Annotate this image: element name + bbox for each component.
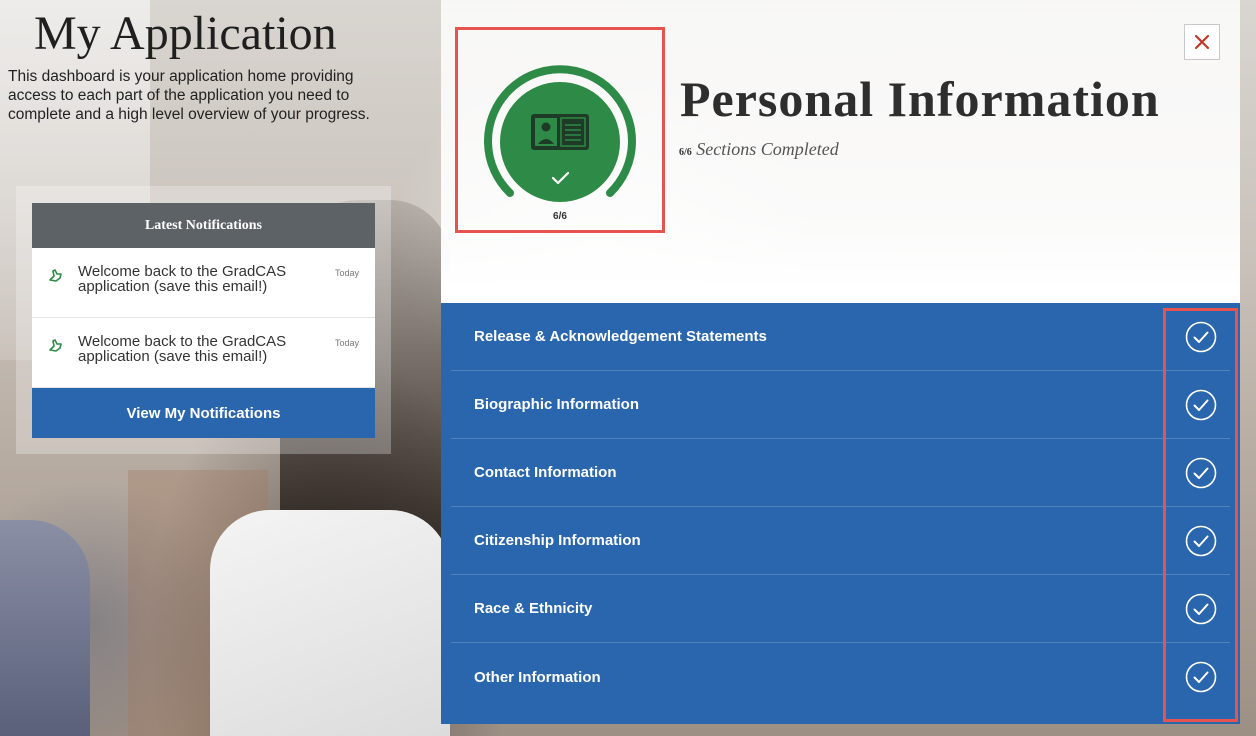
hand-point-icon — [49, 339, 62, 352]
hand-point-icon — [49, 269, 62, 282]
notification-text: Welcome back to the GradCAS application … — [78, 263, 287, 295]
notification-date: Today — [334, 338, 359, 348]
section-row-label: Race & Ethnicity — [474, 600, 593, 617]
section-row-biographic[interactable]: Biographic Information — [451, 371, 1230, 439]
section-progress-caption: Sections Completed — [696, 139, 839, 159]
section-row-citizenship[interactable]: Citizenship Information — [451, 507, 1230, 575]
completion-checks-highlight — [1163, 308, 1238, 722]
section-row-release[interactable]: Release & Acknowledgement Statements — [451, 303, 1230, 371]
section-progress-highlight: 6/6 — [455, 27, 665, 233]
section-row-label: Release & Acknowledgement Statements — [474, 328, 767, 345]
background-person-left — [0, 520, 90, 736]
notification-text: Welcome back to the GradCAS application … — [78, 333, 287, 365]
section-row-label: Contact Information — [474, 464, 617, 481]
section-progress-count: 6/6 — [679, 147, 692, 158]
section-row-label: Biographic Information — [474, 396, 639, 413]
notification-date: Today — [334, 268, 359, 278]
background-person-shirt — [210, 510, 450, 736]
notifications-header: Latest Notifications — [32, 203, 375, 248]
section-row-race-ethnicity[interactable]: Race & Ethnicity — [451, 575, 1230, 643]
section-list: Release & Acknowledgement Statements Bio… — [441, 303, 1240, 724]
notification-item[interactable]: Welcome back to the GradCAS application … — [32, 248, 375, 318]
notifications-panel: Latest Notifications Welcome back to the… — [32, 203, 375, 438]
section-row-contact[interactable]: Contact Information — [451, 439, 1230, 507]
progress-ring-label: 6/6 — [553, 211, 567, 222]
section-progress-text: 6/6 Sections Completed — [679, 139, 839, 160]
close-icon — [1194, 34, 1210, 50]
page-description: This dashboard is your application home … — [8, 68, 370, 123]
close-button[interactable] — [1184, 24, 1220, 60]
section-row-other[interactable]: Other Information — [451, 643, 1230, 711]
id-card-icon — [531, 114, 589, 150]
view-notifications-button[interactable]: View My Notifications — [32, 388, 375, 438]
section-row-label: Other Information — [474, 668, 601, 686]
progress-ring — [484, 65, 636, 202]
section-row-label: Citizenship Information — [474, 532, 641, 549]
section-title: Personal Information — [680, 71, 1160, 127]
section-detail-panel: 6/6 Personal Information 6/6 Sections Co… — [441, 0, 1240, 724]
notification-item[interactable]: Welcome back to the GradCAS application … — [32, 318, 375, 388]
page-title: My Application — [34, 7, 337, 60]
